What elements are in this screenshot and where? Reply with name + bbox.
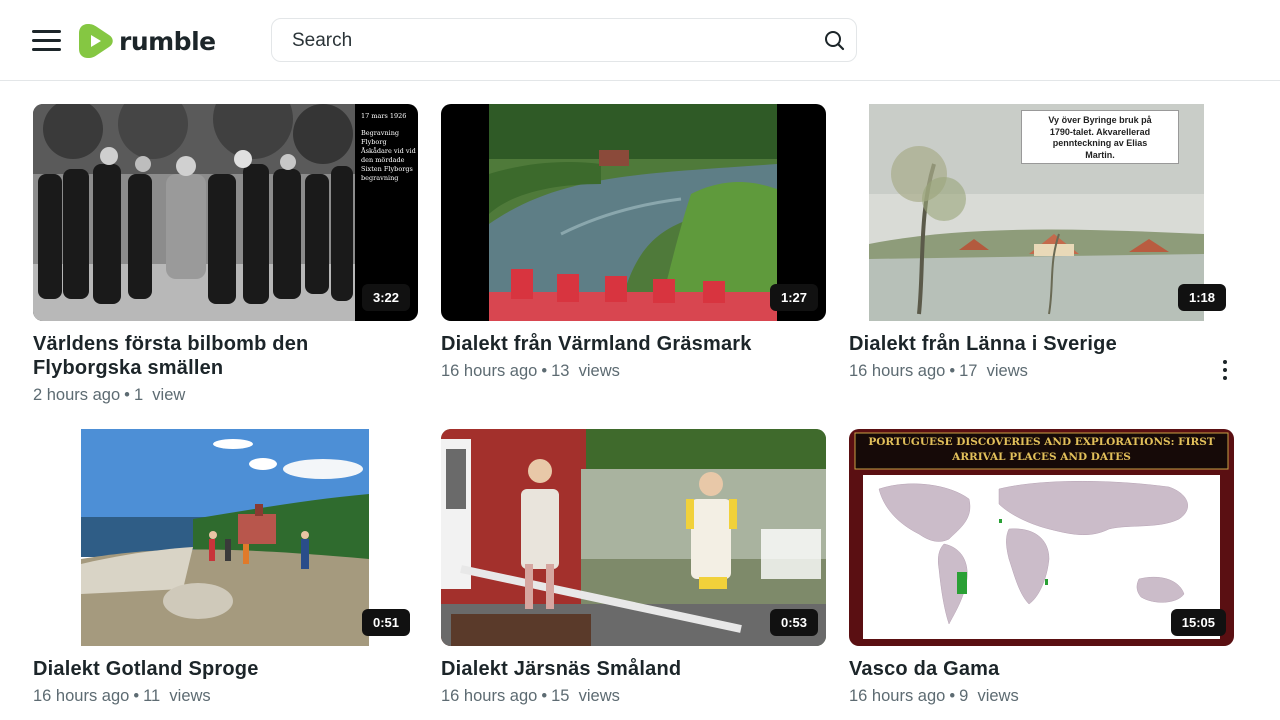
map-title-line: PORTUGUESE DISCOVERIES AND EXPLORATIONS:… bbox=[868, 436, 1215, 448]
more-options-icon[interactable] bbox=[1222, 360, 1228, 382]
video-meta: 16 hours ago • 15 views bbox=[441, 687, 620, 705]
video-card[interactable]: 17 mars 1926 Begravning Flyborg Åskådare… bbox=[33, 104, 418, 405]
search-bar bbox=[271, 18, 857, 62]
video-meta: 16 hours ago • 17 views bbox=[849, 362, 1028, 380]
video-meta: 16 hours ago • 9 views bbox=[849, 687, 1019, 705]
video-meta: 16 hours ago • 11 views bbox=[33, 687, 211, 705]
upload-time: 16 hours ago bbox=[441, 687, 538, 705]
video-card[interactable]: Vy över Byringe bruk på 1790-talet. Akva… bbox=[849, 104, 1234, 381]
video-title[interactable]: Dialekt från Värmland Gräsmark bbox=[441, 332, 826, 356]
video-thumbnail[interactable]: 0:53 bbox=[441, 429, 826, 646]
video-title[interactable]: Dialekt Järsnäs Småland bbox=[441, 657, 826, 681]
views-label: views bbox=[986, 362, 1028, 380]
caption-line: pennteckning av Elias bbox=[1052, 138, 1148, 148]
overlay-line: begravning bbox=[361, 174, 399, 182]
video-card[interactable]: 0:53 Dialekt Järsnäs Småland 16 hours ag… bbox=[441, 429, 826, 706]
video-card[interactable]: PORTUGUESE DISCOVERIES AND EXPLORATIONS:… bbox=[849, 429, 1234, 706]
duration-badge: 3:22 bbox=[361, 284, 410, 311]
rumble-logo[interactable]: rumble bbox=[78, 22, 216, 60]
views-label: views bbox=[977, 687, 1019, 705]
duration-badge: 0:51 bbox=[361, 609, 410, 636]
overlay-line: Flyborg bbox=[361, 138, 387, 146]
video-title[interactable]: Världens första bilbomb den Flyborgska s… bbox=[33, 332, 418, 380]
upload-time: 16 hours ago bbox=[441, 362, 538, 380]
caption-line: Martin. bbox=[1085, 149, 1115, 160]
rumble-logo-icon bbox=[79, 24, 113, 58]
view-count: 13 bbox=[551, 362, 570, 380]
thumbnail-map-title: PORTUGUESE DISCOVERIES AND EXPLORATIONS:… bbox=[857, 435, 1226, 465]
views-label: views bbox=[578, 687, 620, 705]
thumbnail-overlay-text: 17 mars 1926 Begravning Flyborg Åskådare… bbox=[361, 112, 416, 183]
thumbnail-image-river bbox=[441, 104, 826, 321]
overlay-date: 17 mars 1926 bbox=[361, 112, 407, 120]
menu-icon[interactable] bbox=[32, 28, 62, 52]
map-title-line: ARRIVAL PLACES AND DATES bbox=[952, 451, 1131, 463]
upload-time: 16 hours ago bbox=[849, 687, 946, 705]
video-title[interactable]: Dialekt Gotland Sproge bbox=[33, 657, 418, 681]
upload-time: 2 hours ago bbox=[33, 386, 121, 404]
video-thumbnail[interactable]: Vy över Byringe bruk på 1790-talet. Akva… bbox=[849, 104, 1234, 321]
view-count: 1 bbox=[133, 386, 144, 404]
video-thumbnail[interactable]: 1:27 bbox=[441, 104, 826, 321]
caption-line: Vy över Byringe bruk på bbox=[1048, 115, 1152, 125]
view-count: 15 bbox=[551, 687, 570, 705]
overlay-line: den mördade bbox=[361, 156, 405, 164]
video-thumbnail[interactable]: 0:51 bbox=[33, 429, 418, 646]
upload-time: 16 hours ago bbox=[849, 362, 946, 380]
overlay-line: Åskådare vid vid bbox=[361, 147, 416, 155]
video-title[interactable]: Vasco da Gama bbox=[849, 657, 1234, 681]
thumbnail-image-coast bbox=[33, 429, 418, 646]
video-card[interactable]: 1:27 Dialekt från Värmland Gräsmark 16 h… bbox=[441, 104, 826, 381]
video-title[interactable]: Dialekt från Länna i Sverige bbox=[849, 332, 1234, 356]
upload-time: 16 hours ago bbox=[33, 687, 130, 705]
duration-badge: 0:53 bbox=[769, 609, 818, 636]
duration-badge: 1:18 bbox=[1177, 284, 1226, 311]
logo-text: rumble bbox=[119, 26, 216, 56]
thumbnail-image-girls-seesaw bbox=[441, 429, 826, 646]
video-meta: 2 hours ago • 1 view bbox=[33, 386, 186, 404]
search-input[interactable] bbox=[290, 27, 814, 55]
overlay-line: Sixten Flyborgs bbox=[361, 165, 413, 173]
view-count: 9 bbox=[959, 687, 969, 705]
video-card[interactable]: 0:51 Dialekt Gotland Sproge 16 hours ago… bbox=[33, 429, 418, 706]
search-icon[interactable] bbox=[822, 28, 848, 54]
top-header: rumble bbox=[0, 0, 1280, 81]
caption-line: 1790-talet. Akvarellerad bbox=[1049, 126, 1151, 137]
duration-badge: 15:05 bbox=[1170, 609, 1226, 636]
video-thumbnail[interactable]: 17 mars 1926 Begravning Flyborg Åskådare… bbox=[33, 104, 418, 321]
views-label: views bbox=[169, 687, 211, 705]
video-thumbnail[interactable]: PORTUGUESE DISCOVERIES AND EXPLORATIONS:… bbox=[849, 429, 1234, 646]
views-label: views bbox=[578, 362, 620, 380]
view-count: 17 bbox=[959, 362, 978, 380]
overlay-line: Begravning bbox=[361, 129, 400, 137]
thumbnail-caption-box: Vy över Byringe bruk på 1790-talet. Akva… bbox=[1021, 110, 1179, 164]
view-count: 11 bbox=[143, 687, 161, 705]
views-label: view bbox=[152, 386, 186, 404]
video-meta: 16 hours ago • 13 views bbox=[441, 362, 620, 380]
duration-badge: 1:27 bbox=[769, 284, 818, 311]
